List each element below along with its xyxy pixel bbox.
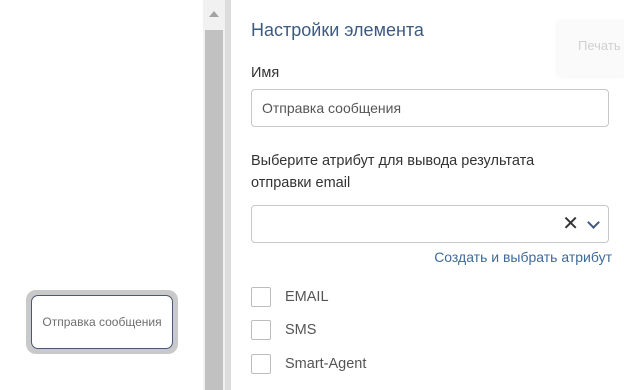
clear-icon[interactable]: ✕ [562,214,579,234]
sms-checkbox-label: SMS [285,322,317,338]
attribute-select[interactable]: ✕ [251,205,609,243]
canvas-scrollbar[interactable] [203,0,225,390]
smart-agent-checkbox[interactable] [251,354,271,374]
name-label: Имя [251,65,280,81]
channel-sms-row[interactable]: SMS [251,320,316,340]
chevron-down-icon[interactable] [587,215,600,229]
name-input-value: Отправка сообщения [262,100,402,116]
name-input[interactable]: Отправка сообщения [251,89,609,127]
channel-email-row[interactable]: EMAIL [251,287,329,307]
scroll-up-arrow-icon[interactable] [209,11,219,17]
node-label: Отправка сообщения [31,295,173,349]
workflow-node-send-message[interactable]: Отправка сообщения [26,290,178,354]
print-tab[interactable]: Печать [558,22,624,76]
smart-agent-checkbox-label: Smart-Agent [285,356,367,372]
element-settings-panel: Печать Настройки элемента Имя Отправка с… [231,0,624,390]
panel-title: Настройки элемента [251,20,424,40]
workflow-editor: Отправка сообщения Печать Настройки элем… [0,0,624,390]
scroll-thumb[interactable] [205,30,223,390]
email-checkbox-label: EMAIL [285,289,329,305]
sms-checkbox[interactable] [251,320,271,340]
email-checkbox[interactable] [251,287,271,307]
channel-smart-agent-row[interactable]: Smart-Agent [251,354,366,374]
create-attribute-link[interactable]: Создать и выбрать атрибут [434,249,612,265]
workflow-canvas[interactable]: Отправка сообщения [0,0,203,390]
attribute-label: Выберите атрибут для вывода результата о… [251,153,535,191]
